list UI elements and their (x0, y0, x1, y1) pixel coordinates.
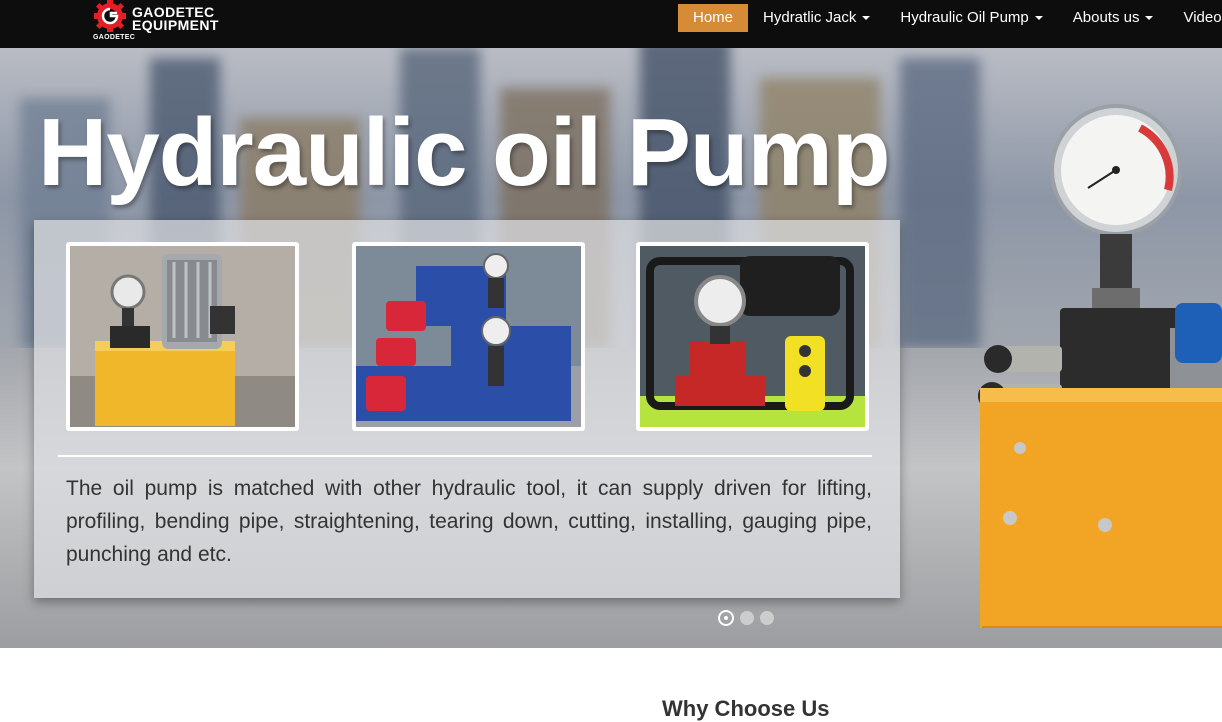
hero-slider[interactable]: Hydraulic oil Pump The oil pump is match… (0, 48, 1222, 648)
brand-name-line2: EQUIPMENT (132, 17, 219, 33)
nav-item-about-us[interactable]: Abouts us (1058, 4, 1169, 32)
carousel-dot-2[interactable] (740, 611, 754, 625)
black-pump-image (640, 246, 865, 427)
thumbnail-black-pump[interactable] (636, 242, 869, 431)
nav-item-home[interactable]: Home (678, 4, 749, 32)
hero-title: Hydraulic oil Pump (38, 99, 890, 206)
hydraulic-pump-photo (978, 104, 1222, 628)
hero-info-panel: The oil pump is matched with other hydra… (34, 220, 900, 598)
carousel-indicators (718, 610, 778, 626)
chevron-down-icon (1034, 16, 1043, 21)
main-nav: Home Hydratlic Jack Hydraulic Oil Pump A… (678, 4, 1222, 32)
yellow-pump-image (70, 246, 295, 427)
nav-item-hydraulic-jack[interactable]: Hydratlic Jack (748, 4, 885, 32)
background-building (900, 58, 980, 348)
blue-pumps-image (356, 246, 581, 427)
nav-item-video[interactable]: Video (1168, 4, 1222, 32)
carousel-dot-1[interactable] (718, 610, 734, 626)
carousel-dot-3[interactable] (760, 611, 774, 625)
nav-item-hydraulic-oil-pump[interactable]: Hydraulic Oil Pump (885, 4, 1057, 32)
nav-item-label: Hydratlic Jack (763, 9, 857, 26)
nav-item-label: Hydraulic Oil Pump (900, 9, 1029, 26)
top-navbar: GAODETEC EQUIPMENT GAODETEC Home Hydratl… (0, 0, 1222, 48)
chevron-down-icon (1145, 16, 1154, 21)
panel-divider (58, 455, 872, 457)
hero-description: The oil pump is matched with other hydra… (66, 477, 872, 566)
section-heading: Why Choose Us (662, 696, 830, 721)
gear-g-logo-icon (94, 0, 126, 32)
brand-subtext: GAODETEC (93, 34, 136, 41)
nav-item-label: Video (1183, 9, 1222, 26)
thumbnail-blue-pumps[interactable] (352, 242, 585, 431)
brand-logo[interactable]: GAODETEC EQUIPMENT GAODETEC (90, 0, 230, 46)
thumbnail-yellow-pump[interactable] (66, 242, 299, 431)
chevron-down-icon (862, 16, 871, 21)
nav-item-label: Abouts us (1072, 9, 1140, 26)
nav-item-label: Home (693, 9, 734, 26)
